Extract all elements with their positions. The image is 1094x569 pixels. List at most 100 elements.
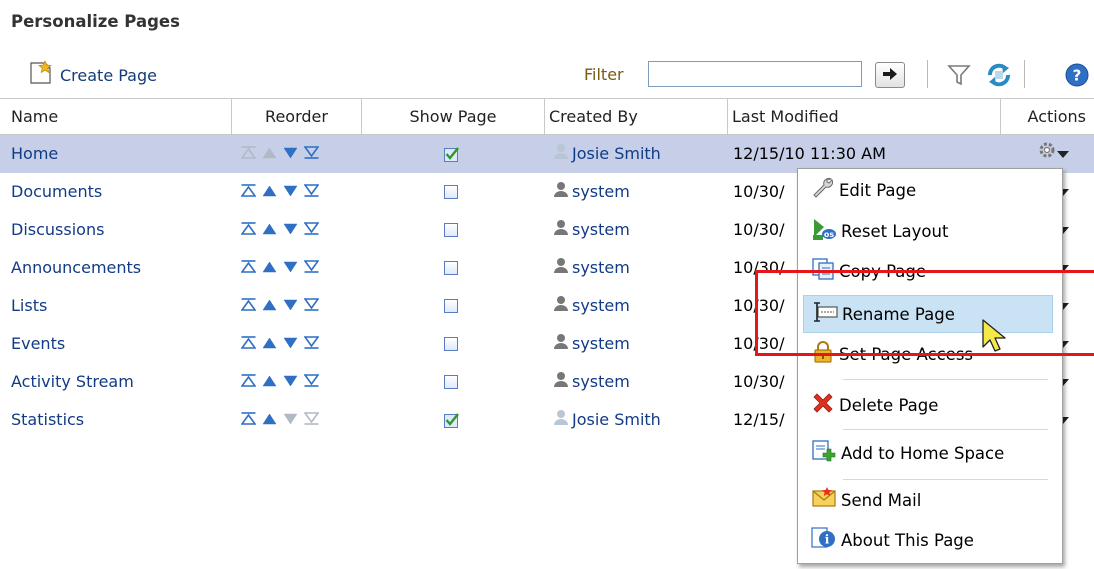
menu-item-delete-page[interactable]: Delete Page xyxy=(803,386,1053,424)
move-to-top-icon[interactable] xyxy=(240,173,257,211)
move-down-icon[interactable] xyxy=(283,325,298,363)
column-header-created-by[interactable]: Created By xyxy=(544,99,727,134)
reorder-controls xyxy=(240,287,320,325)
move-to-top-icon[interactable] xyxy=(240,325,257,363)
menu-item-about-this-page[interactable]: i About This Page xyxy=(803,521,1053,559)
move-up-icon[interactable] xyxy=(262,325,277,363)
svg-text:os: os xyxy=(824,230,834,239)
toolbar-divider xyxy=(1024,60,1025,88)
menu-item-send-mail[interactable]: Send Mail xyxy=(803,481,1053,519)
create-page-label: Create Page xyxy=(60,65,157,85)
svg-text:?: ? xyxy=(1073,67,1082,85)
create-page-button[interactable]: Create Page xyxy=(28,60,157,90)
menu-item-label: About This Page xyxy=(841,530,974,550)
column-header-show-page[interactable]: Show Page xyxy=(361,99,544,134)
move-down-icon[interactable] xyxy=(283,135,298,173)
column-header-name[interactable]: Name xyxy=(11,99,231,134)
page-name-link[interactable]: Statistics xyxy=(11,401,84,439)
created-by-link[interactable]: Josie Smith xyxy=(572,135,661,173)
create-page-icon xyxy=(28,60,54,90)
move-up-icon[interactable] xyxy=(262,211,277,249)
page-name-link[interactable]: Events xyxy=(11,325,65,363)
show-page-checkbox[interactable] xyxy=(444,211,458,249)
page-name-link[interactable]: Home xyxy=(11,135,58,173)
move-down-icon[interactable] xyxy=(283,363,298,401)
move-up-icon[interactable] xyxy=(262,287,277,325)
menu-item-reset-layout[interactable]: os Reset Layout xyxy=(803,212,1053,250)
created-by-link[interactable]: system xyxy=(572,363,630,401)
reorder-controls xyxy=(240,135,320,173)
move-to-bottom-icon[interactable] xyxy=(303,363,320,401)
user-icon xyxy=(553,135,569,173)
created-by: system xyxy=(553,287,630,325)
last-modified: 10/30/ xyxy=(733,372,785,391)
refresh-icon[interactable] xyxy=(984,60,1014,90)
created-by: system xyxy=(553,173,630,211)
created-by-link[interactable]: system xyxy=(572,173,630,211)
move-to-top-icon[interactable] xyxy=(240,135,257,173)
go-arrow-icon xyxy=(882,66,898,85)
page-name-link[interactable]: Activity Stream xyxy=(11,363,134,401)
move-to-top-icon[interactable] xyxy=(240,363,257,401)
move-to-top-icon[interactable] xyxy=(240,287,257,325)
show-page-checkbox[interactable] xyxy=(444,363,458,401)
last-modified: 12/15/ xyxy=(733,410,785,429)
created-by-link[interactable]: system xyxy=(572,249,630,287)
move-up-icon[interactable] xyxy=(262,401,277,439)
toolbar-divider xyxy=(927,60,928,88)
filter-funnel-icon[interactable] xyxy=(944,60,974,90)
move-to-bottom-icon[interactable] xyxy=(303,173,320,211)
created-by-link[interactable]: system xyxy=(572,211,630,249)
move-to-bottom-icon[interactable] xyxy=(303,325,320,363)
user-icon xyxy=(553,325,569,363)
chevron-down-icon xyxy=(1057,150,1069,158)
move-to-bottom-icon[interactable] xyxy=(303,135,320,173)
column-header-last-modified[interactable]: Last Modified xyxy=(727,99,1000,134)
show-page-checkbox[interactable] xyxy=(444,135,460,173)
page-name-link[interactable]: Documents xyxy=(11,173,102,211)
menu-item-add-to-home-space[interactable]: Add to Home Space xyxy=(803,434,1053,472)
move-to-top-icon[interactable] xyxy=(240,249,257,287)
move-up-icon[interactable] xyxy=(262,249,277,287)
show-page-checkbox[interactable] xyxy=(444,249,458,287)
column-header-reorder[interactable]: Reorder xyxy=(231,99,361,134)
move-to-bottom-icon[interactable] xyxy=(303,211,320,249)
page-name-link[interactable]: Discussions xyxy=(11,211,104,249)
page-name-link[interactable]: Announcements xyxy=(11,249,141,287)
show-page-checkbox[interactable] xyxy=(444,287,458,325)
filter-input[interactable] xyxy=(648,61,862,87)
mouse-cursor-icon xyxy=(982,319,1006,352)
show-page-checkbox[interactable] xyxy=(444,173,458,211)
user-icon xyxy=(553,287,569,325)
move-to-top-icon[interactable] xyxy=(240,401,257,439)
column-header-actions[interactable]: Actions xyxy=(1000,99,1094,134)
filter-go-button[interactable] xyxy=(875,62,905,88)
reorder-controls xyxy=(240,211,320,249)
created-by-link[interactable]: Josie Smith xyxy=(572,401,661,439)
page-name-link[interactable]: Lists xyxy=(11,287,47,325)
move-down-icon[interactable] xyxy=(283,249,298,287)
move-down-icon[interactable] xyxy=(283,211,298,249)
help-icon[interactable]: ? xyxy=(1062,60,1092,90)
show-page-checkbox[interactable] xyxy=(444,401,460,439)
move-down-icon[interactable] xyxy=(283,173,298,211)
move-up-icon[interactable] xyxy=(262,173,277,211)
move-to-bottom-icon[interactable] xyxy=(303,401,320,439)
mail-icon xyxy=(811,486,837,514)
show-page-checkbox[interactable] xyxy=(444,325,458,363)
created-by: Josie Smith xyxy=(553,135,661,173)
move-down-icon[interactable] xyxy=(283,401,298,439)
move-up-icon[interactable] xyxy=(262,135,277,173)
move-to-top-icon[interactable] xyxy=(240,211,257,249)
user-icon xyxy=(553,211,569,249)
created-by: Josie Smith xyxy=(553,401,661,439)
move-to-bottom-icon[interactable] xyxy=(303,287,320,325)
move-down-icon[interactable] xyxy=(283,287,298,325)
created-by-link[interactable]: system xyxy=(572,325,630,363)
last-modified: 10/30/ xyxy=(733,182,785,201)
created-by-link[interactable]: system xyxy=(572,287,630,325)
move-to-bottom-icon[interactable] xyxy=(303,249,320,287)
user-icon xyxy=(553,249,569,287)
move-up-icon[interactable] xyxy=(262,363,277,401)
menu-item-edit-page[interactable]: Edit Page xyxy=(803,171,1053,209)
